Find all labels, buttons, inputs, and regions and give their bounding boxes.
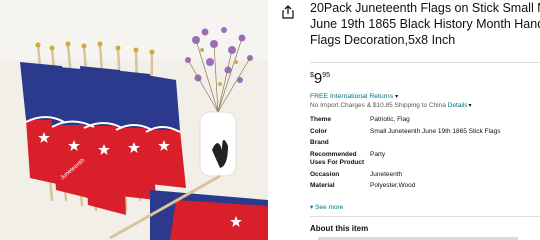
spec-label: Color bbox=[310, 127, 327, 135]
about-heading: About this item bbox=[310, 224, 369, 233]
spec-label: Material bbox=[310, 182, 335, 189]
chevron-down-icon: ▾ bbox=[310, 204, 314, 211]
import-shipping-text: No Import Charges & $10.85 Shipping to C… bbox=[310, 102, 472, 109]
see-more-label: See more bbox=[315, 204, 344, 211]
product-title: 20Pack Juneteenth Flags on Stick Small M… bbox=[310, 0, 540, 48]
product-title-line-1: 20Pack Juneteenth Flags on Stick Small M… bbox=[310, 1, 540, 15]
price-whole: 9 bbox=[313, 70, 323, 87]
spec-row: Material Polyester,Wood bbox=[310, 179, 500, 191]
price-fraction: 95 bbox=[322, 72, 331, 79]
spec-value bbox=[370, 136, 500, 148]
spec-row: Brand bbox=[310, 136, 500, 148]
spec-label: Brand bbox=[310, 139, 329, 146]
free-returns-label: FREE International Returns bbox=[310, 93, 394, 100]
price: $995 bbox=[310, 70, 330, 88]
juneteenth-flags-photo: Juneteenth bbox=[0, 0, 268, 240]
product-image[interactable]: Juneteenth bbox=[0, 0, 268, 240]
spec-label: Recommended Uses For Product bbox=[310, 150, 365, 167]
share-icon[interactable] bbox=[282, 5, 294, 19]
spec-value: Patriotic, Flag bbox=[370, 116, 410, 123]
price-currency: $ bbox=[310, 72, 314, 79]
spec-label: Occasion bbox=[310, 170, 340, 178]
spec-label: Theme bbox=[310, 116, 331, 123]
spec-value: Small Juneteenth June 19th 1865 Stick Fl… bbox=[370, 127, 501, 135]
details-link[interactable]: Details bbox=[448, 102, 468, 109]
spec-value: Party bbox=[370, 150, 386, 158]
import-charges-text: No Import Charges & $10.85 Shipping to C… bbox=[310, 102, 446, 109]
divider bbox=[310, 62, 540, 63]
product-specs-table: Theme Patriotic, Flag Color Small Junete… bbox=[310, 116, 500, 191]
spec-value: Juneteenth bbox=[370, 170, 403, 178]
spec-row: Occasion Juneteenth bbox=[310, 168, 500, 180]
divider bbox=[310, 216, 540, 217]
chevron-down-icon: ▾ bbox=[395, 94, 399, 100]
spec-row: Recommended Uses For Product Party bbox=[310, 148, 500, 168]
product-title-line-2: June 19th 1865 Black History Month Handh… bbox=[310, 17, 540, 31]
spec-row: Theme Patriotic, Flag bbox=[310, 116, 500, 125]
chevron-down-icon: ▾ bbox=[468, 103, 472, 109]
spec-row: Color Small Juneteenth June 19th 1865 St… bbox=[310, 125, 500, 137]
spec-value: Polyester,Wood bbox=[370, 182, 416, 189]
see-more-link[interactable]: ▾ See more bbox=[310, 203, 343, 211]
product-title-line-3: Flags Decoration,5x8 Inch bbox=[310, 33, 456, 47]
free-returns-link[interactable]: FREE International Returns ▾ bbox=[310, 93, 398, 100]
